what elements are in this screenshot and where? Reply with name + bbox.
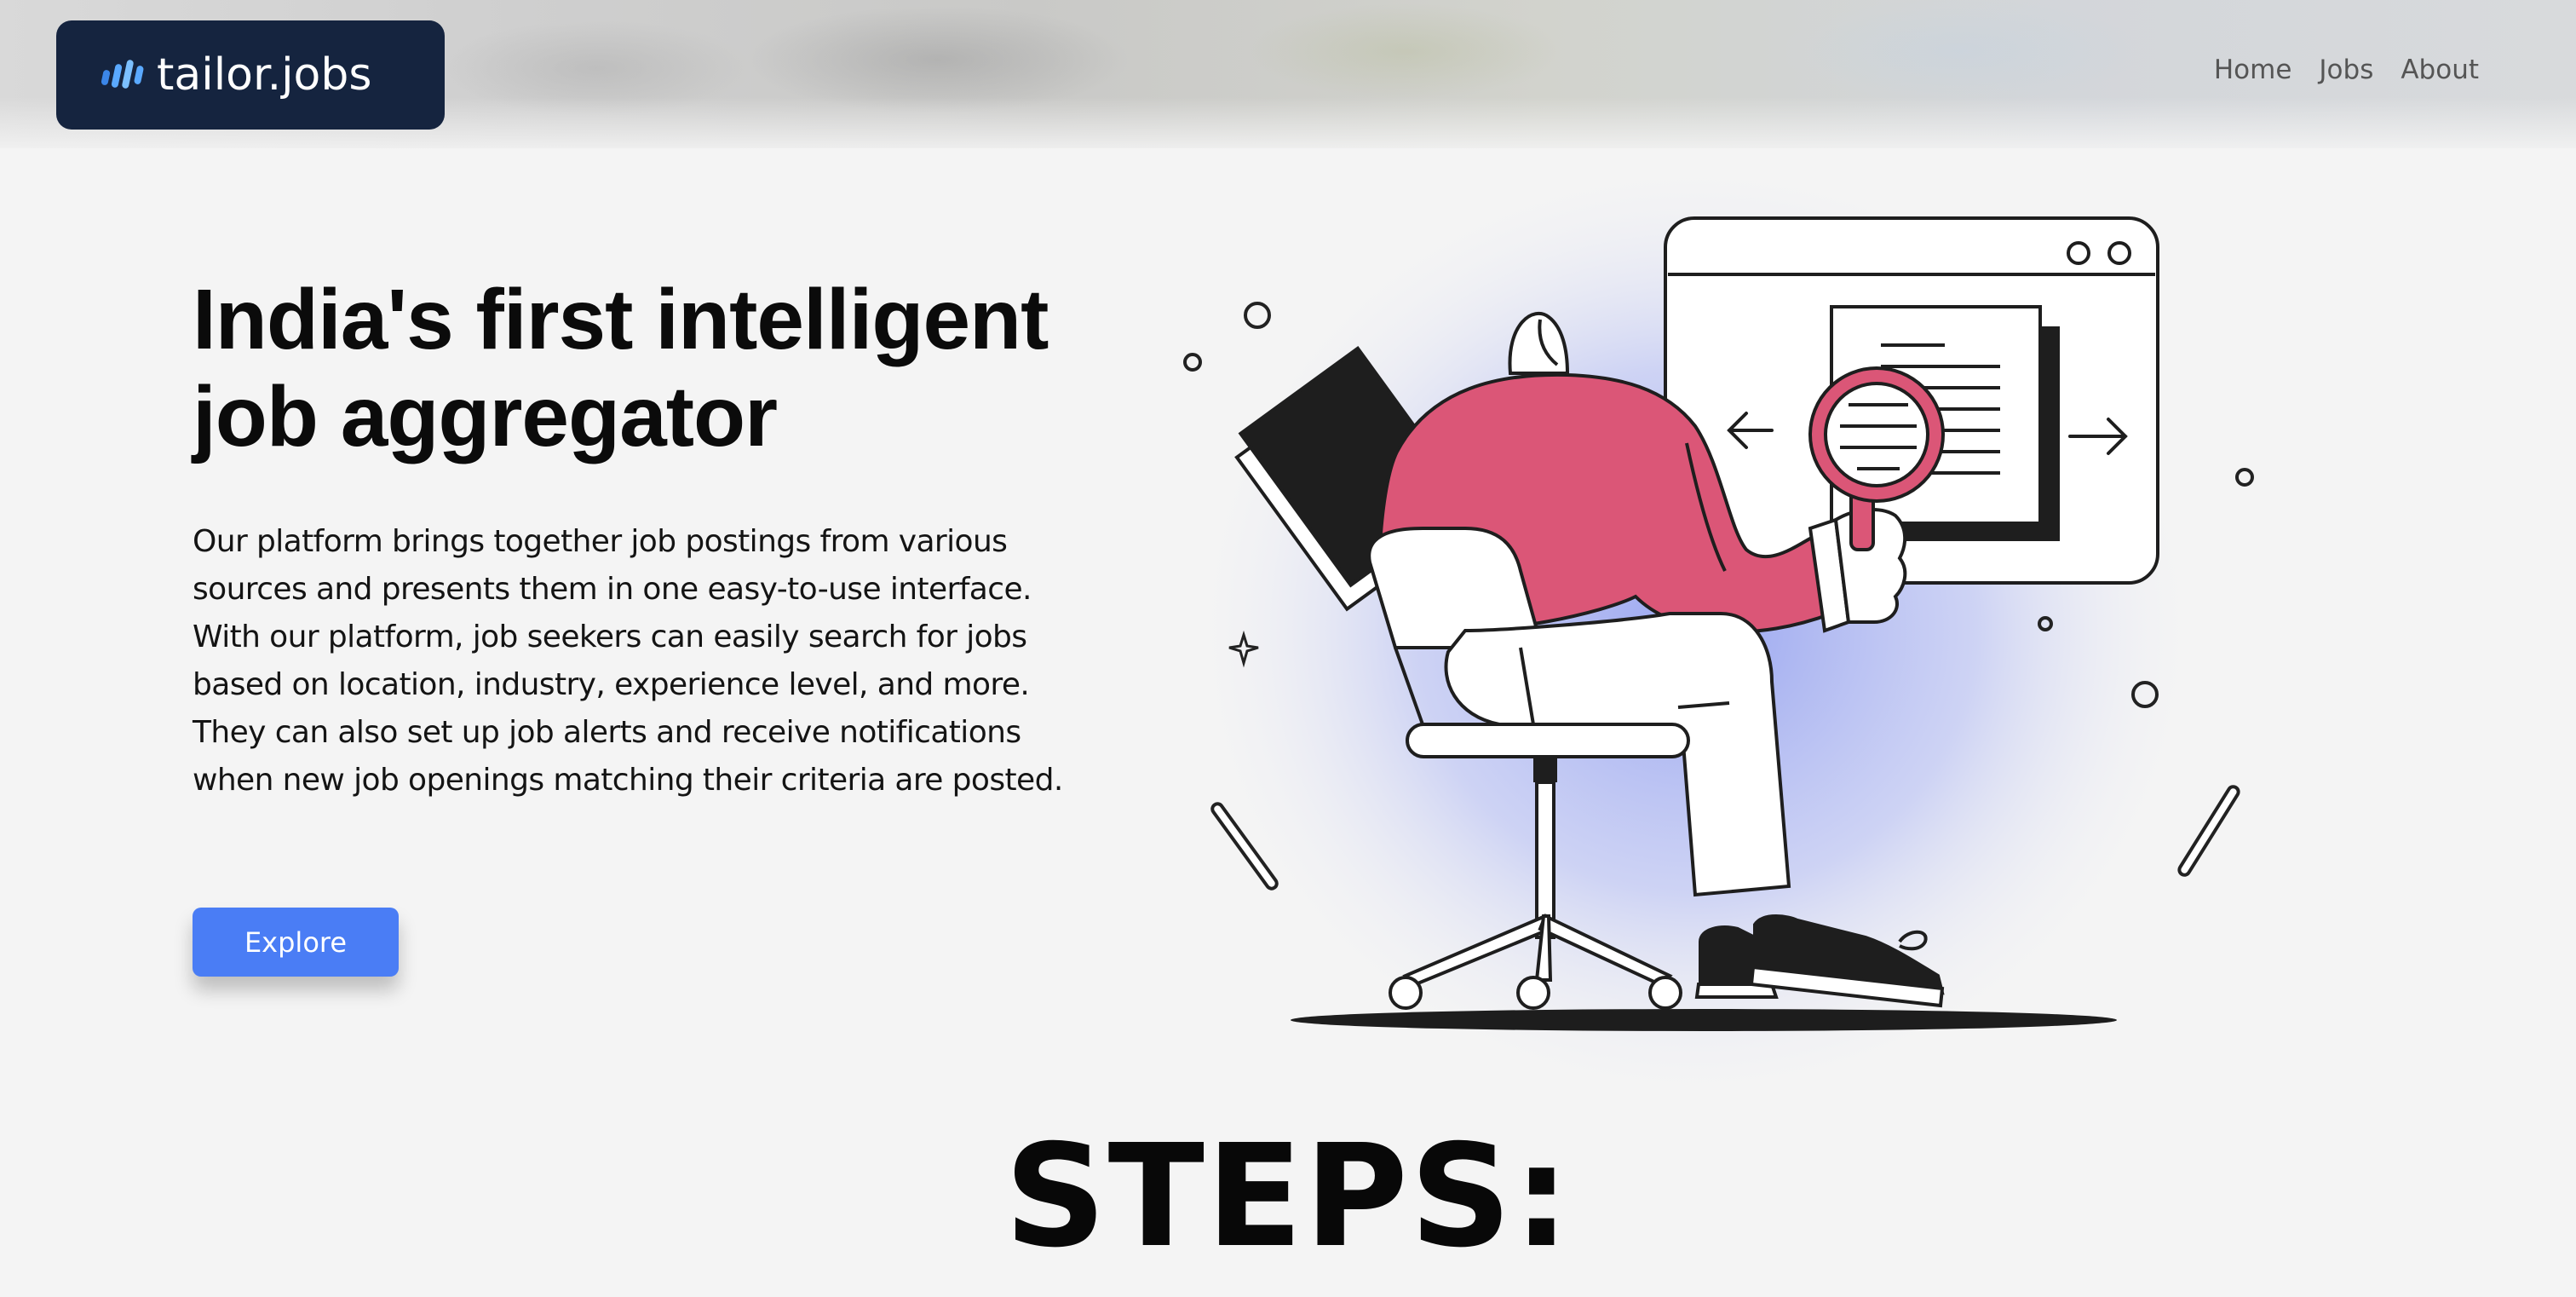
chair-wheel [1389, 976, 1423, 1010]
chair-post-top [1533, 757, 1557, 782]
chair-post [1535, 781, 1555, 939]
chair-wheel [1648, 976, 1682, 1010]
nav-about[interactable]: About [2401, 55, 2479, 85]
decor-circle [1183, 353, 1202, 372]
sound-bars-icon [101, 60, 144, 89]
chair-wheel [1516, 976, 1550, 1010]
explore-button[interactable]: Explore [193, 908, 399, 977]
steps-heading: STEPS: [1004, 1115, 1572, 1279]
nav-home[interactable]: Home [2214, 55, 2292, 85]
chair-seat [1406, 723, 1690, 758]
logo-text: tailor.jobs [157, 49, 372, 101]
decor-circle [1244, 302, 1271, 329]
decor-circle [2235, 468, 2254, 487]
decor-line [2177, 785, 2240, 877]
person-searching-jobs-illustration [1183, 170, 2254, 1108]
hero-title: India's first intelligent job aggregator [193, 272, 1049, 464]
nav-jobs[interactable]: Jobs [2319, 55, 2373, 85]
main-nav: Home Jobs About [2214, 55, 2479, 85]
floor-shadow [1291, 1009, 2117, 1031]
logo-link[interactable]: tailor.jobs [56, 20, 445, 130]
hero-description: Our platform brings together job posting… [193, 524, 1063, 798]
site-header: tailor.jobs Home Jobs About [0, 0, 2576, 148]
